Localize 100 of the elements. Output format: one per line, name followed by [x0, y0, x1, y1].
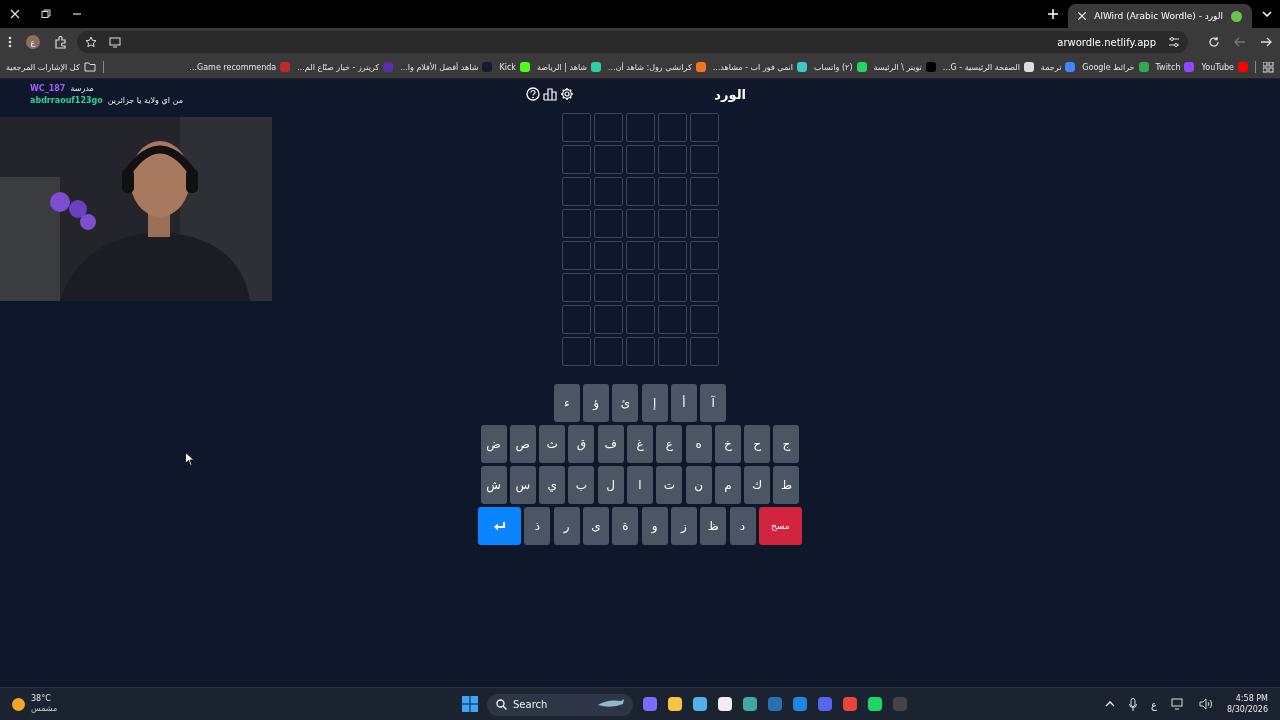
bookmark[interactable]: الصفحة الرئيسية - G... [942, 62, 1034, 72]
chevron-down-icon[interactable] [1262, 11, 1272, 17]
letter-key[interactable]: ر [553, 507, 580, 545]
letter-key[interactable]: ص [509, 425, 536, 463]
letter-key[interactable]: ت [656, 466, 683, 504]
star-icon[interactable] [85, 36, 97, 48]
letter-tile [625, 305, 655, 334]
letter-key[interactable]: ن [685, 466, 712, 504]
letter-key[interactable]: ش [480, 466, 507, 504]
apps-grid-icon[interactable] [1263, 61, 1274, 73]
letter-tile [593, 145, 623, 174]
restore-icon[interactable] [41, 9, 51, 19]
letter-key[interactable]: ض [480, 425, 507, 463]
letter-key[interactable]: ا [627, 466, 653, 504]
microphone-icon[interactable] [1129, 697, 1137, 711]
close-icon[interactable] [10, 9, 20, 19]
clock-time[interactable]: 4:58 PM [1235, 693, 1268, 704]
letter-key[interactable]: ق [568, 425, 595, 463]
enter-key[interactable] [478, 507, 522, 545]
letter-key[interactable]: ف [597, 425, 624, 463]
letter-key[interactable]: ى [583, 507, 610, 545]
site-icon [1231, 10, 1242, 22]
letter-key[interactable]: ه [685, 425, 712, 463]
letter-tile [593, 273, 623, 302]
profile-avatar[interactable]: ع [26, 35, 40, 49]
bookmark[interactable]: Twitch [1155, 62, 1195, 72]
bookmark[interactable]: ترجمة [1040, 62, 1076, 72]
letter-tile [625, 113, 655, 142]
letter-tile [689, 337, 719, 366]
letter-key[interactable]: أ [670, 384, 697, 422]
letter-tile [657, 305, 687, 334]
new-tab-icon[interactable] [1048, 9, 1059, 19]
letter-key[interactable]: ي [539, 466, 566, 504]
search-field[interactable]: Search [487, 693, 633, 716]
enter-icon [494, 521, 506, 531]
letter-key[interactable]: ئ [612, 384, 639, 422]
bookmark[interactable]: Game recommenda... [189, 62, 291, 72]
letter-key[interactable]: إ [641, 384, 668, 422]
letter-key[interactable]: ؤ [583, 384, 610, 422]
shark-icon [597, 698, 625, 710]
bookmark[interactable]: (٢) واتساب [814, 62, 867, 72]
forward-icon[interactable] [1234, 36, 1246, 48]
bookmark[interactable]: YouTube [1201, 62, 1248, 72]
bookmark[interactable]: تويتر \ الرئيسة [873, 62, 936, 72]
windows-start-icon[interactable] [462, 696, 478, 712]
letter-key[interactable]: و [641, 507, 668, 545]
bookmark[interactable]: كريترز - خيار صنّاع الم... [297, 62, 394, 72]
letter-key[interactable]: ك [744, 466, 771, 504]
letter-key[interactable]: ة [612, 507, 639, 545]
game-title: الورد [714, 86, 746, 102]
network-icon[interactable] [1170, 698, 1185, 710]
chat-message: مدرسة [70, 83, 94, 95]
settings-icon[interactable] [560, 87, 574, 101]
letter-key[interactable]: ذ [524, 507, 551, 545]
letter-tile [561, 241, 591, 270]
letter-tile [689, 305, 719, 334]
bookmark[interactable]: Kick [499, 62, 530, 72]
letter-key[interactable]: ل [597, 466, 624, 504]
all-bookmarks-link[interactable]: كل الإشارات المرجعية [6, 62, 96, 72]
menu-icon[interactable] [8, 36, 12, 48]
volume-icon[interactable] [1198, 698, 1213, 710]
bookmark[interactable]: خرائط Google [1082, 62, 1149, 72]
chevron-up-icon[interactable] [1105, 701, 1115, 707]
letter-key[interactable]: ع [656, 425, 683, 463]
temperature: 38°C [31, 694, 52, 704]
address-bar[interactable]: arwordle.netlify.app [77, 31, 1188, 53]
letter-key[interactable]: ط [773, 466, 800, 504]
help-icon[interactable] [526, 87, 540, 101]
letter-key[interactable]: د [729, 507, 756, 545]
letter-key[interactable]: ز [670, 507, 697, 545]
letter-key[interactable]: س [509, 466, 536, 504]
reload-icon[interactable] [1208, 36, 1220, 48]
letter-tile [689, 209, 719, 238]
bookmark[interactable]: كرانشي رول: شاهد أن... [608, 62, 706, 72]
cast-icon[interactable] [109, 36, 121, 48]
letter-key[interactable]: ج [773, 425, 800, 463]
clock-date[interactable]: 8/30/2026 [1226, 704, 1268, 715]
site-settings-icon[interactable] [1168, 37, 1180, 47]
extensions-icon[interactable] [54, 35, 67, 49]
bookmark[interactable]: انمي فور اب - مشاهد... [712, 62, 807, 72]
letter-key[interactable]: ب [568, 466, 595, 504]
letter-key[interactable]: ث [539, 425, 566, 463]
delete-key[interactable]: مسح [758, 507, 802, 545]
back-icon[interactable] [1260, 36, 1272, 48]
tab-close-icon[interactable] [1078, 12, 1087, 20]
letter-key[interactable]: ء [553, 384, 580, 422]
letter-key[interactable]: غ [627, 425, 653, 463]
bookmark[interactable]: شاهد | الرياضة [536, 62, 602, 72]
stats-icon[interactable] [543, 87, 557, 101]
letter-key[interactable]: آ [700, 384, 727, 422]
letter-tile [657, 209, 687, 238]
letter-tile [689, 241, 719, 270]
browser-tab[interactable]: الورد - AlWird (Arabic Wordle) [1068, 4, 1252, 28]
language-indicator[interactable]: ع [1151, 698, 1157, 710]
letter-key[interactable]: م [714, 466, 741, 504]
letter-tile [625, 145, 655, 174]
bookmark[interactable]: شاهد أفضل الأفلام وا... [400, 62, 493, 72]
letter-key[interactable]: خ [714, 425, 741, 463]
letter-key[interactable]: ح [744, 425, 771, 463]
letter-key[interactable]: ظ [700, 507, 727, 545]
